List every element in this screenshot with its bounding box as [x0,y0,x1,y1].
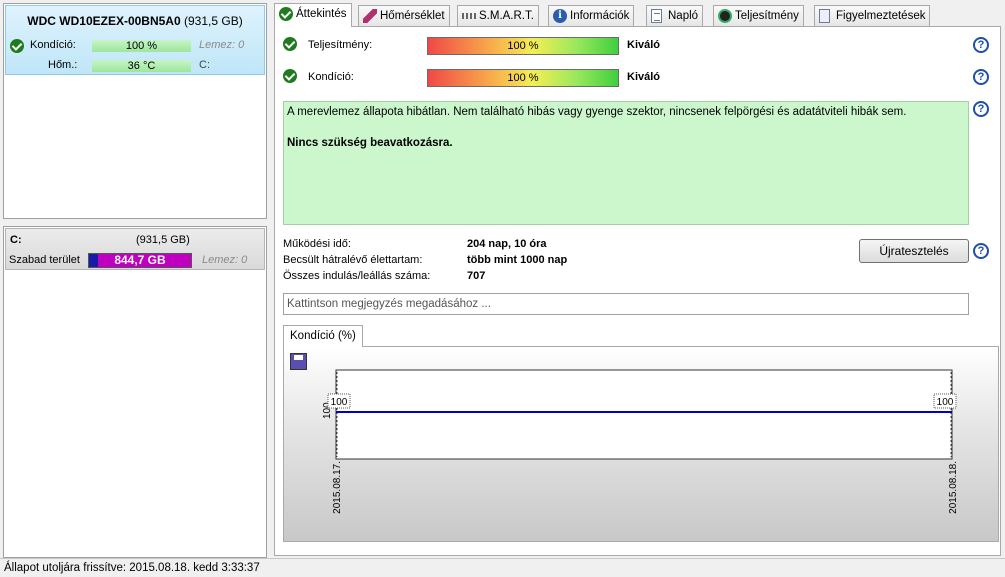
help-icon[interactable]: ? [973,69,989,85]
volume-free-value: 844,7 GB [114,253,166,267]
starts-value: 707 [467,270,486,282]
health-summary: A merevlemez állapota hibátlan. Nem talá… [283,101,969,225]
help-icon[interactable]: ? [973,243,989,259]
uptime-label: Működési idő: [283,238,351,250]
disk-drive-letter: C: [199,59,210,71]
tab-information[interactable]: i Információk [548,5,635,26]
chart-svg: 100100 1002015.08.17. 2015.08.18. [322,369,959,514]
plot-area [335,369,953,460]
x-tick-label: 2015.08.18. [948,461,959,514]
volume-size: (931,5 GB) [136,234,190,246]
disk-list: WDC WD10EZEX-00BN5A0 (931,5 GB) Kondíció… [3,3,267,219]
disk-temp-row: Hőm.: 36 °C C: [6,59,264,73]
tab-smart[interactable]: S.M.A.R.T. [457,5,539,26]
note-input[interactable] [283,293,969,315]
performance-row: Teljesítmény: 100 % Kiváló [275,35,675,55]
disk-size: (931,5 GB) [184,14,243,28]
lifetime-label: Becsült hátralévő élettartam: [283,254,423,266]
performance-label: Teljesítmény: [308,39,373,51]
volume-list: C: (931,5 GB) Szabad terület 844,7 GB Le… [3,226,267,558]
volume-disk-ref: Lemez: 0 [202,254,248,266]
tab-temperature[interactable]: Hőmérséklet [358,5,450,26]
smart-icon [462,13,476,19]
condition-row: Kondíció: 100 % Kiváló [275,67,675,87]
disk-condition-value: 100 % [92,40,191,52]
disk-temp-value: 36 °C [92,60,191,72]
help-icon[interactable]: ? [973,101,989,117]
tab-overview[interactable]: Áttekintés [274,3,352,27]
summary-action: Nincs szükség beavatkozásra. [287,137,453,149]
condition-chart: 100 100 100 2015.08.17. 2015.08.18. [283,346,999,542]
overview-panel: Teljesítmény: 100 % Kiváló ? Kondíció: 1… [274,26,1001,556]
check-icon [283,37,297,51]
tab-label: Napló [668,10,699,22]
tab-log[interactable]: Napló [646,5,704,26]
thermometer-icon [363,9,377,23]
tab-label: S.M.A.R.T. [479,10,534,22]
disk-card[interactable]: WDC WD10EZEX-00BN5A0 (931,5 GB) Kondíció… [5,5,265,75]
status-text: Állapot utoljára frissítve: 2015.08.18. … [4,562,260,574]
tab-label: Áttekintés [296,8,347,20]
volume-free-bar: 844,7 GB [88,253,192,268]
help-icon[interactable]: ? [973,37,989,53]
tab-condition-chart[interactable]: Kondíció (%) [283,325,363,347]
volume-free-label: Szabad terület [9,254,80,266]
volume-name: C: [10,234,22,246]
check-icon [10,39,24,53]
disk-condition-label: Kondíció: [30,39,76,51]
left-panel: WDC WD10EZEX-00BN5A0 (931,5 GB) Kondíció… [0,0,268,558]
volume-card[interactable]: C: (931,5 GB) Szabad terület 844,7 GB Le… [5,228,265,270]
disk-title: WDC WD10EZEX-00BN5A0 (931,5 GB) [6,14,264,28]
save-icon[interactable] [290,353,307,370]
lifetime-value: több mint 1000 nap [467,254,568,266]
disk-condition-row: Kondíció: 100 % Lemez: 0 [6,39,264,53]
retest-button[interactable]: Újratesztelés [859,239,969,263]
performance-bar: 100 % [427,37,619,55]
log-icon [651,9,662,23]
check-icon [283,69,297,83]
info-icon: i [553,9,567,23]
tab-label: Figyelmeztetések [836,10,926,22]
condition-bar: 100 % [427,69,619,87]
disk-ref: Lemez: 0 [199,39,245,51]
performance-rating: Kiváló [627,39,661,51]
gauge-icon [718,9,732,23]
condition-rating: Kiváló [627,71,661,83]
status-bar: Állapot utoljára frissítve: 2015.08.18. … [0,558,1005,577]
starts-label: Összes indulás/leállás száma: [283,270,431,282]
x-tick-label: 2015.08.17. [332,461,343,514]
summary-text: A merevlemez állapota hibátlan. Nem talá… [287,106,907,118]
tab-label: Információk [570,10,630,22]
disk-temp-label: Hőm.: [48,59,78,71]
check-icon [279,7,293,21]
condition-label: Kondíció: [308,71,354,83]
warning-doc-icon [819,9,830,23]
uptime-value: 204 nap, 10 óra [467,238,547,250]
data-label: 100 [331,397,348,408]
tab-performance[interactable]: Teljesítmény [713,5,804,26]
data-label: 100 [937,397,954,408]
tab-label: Hőmérséklet [380,10,445,22]
disk-model: WDC WD10EZEX-00BN5A0 [27,14,181,28]
tab-label: Teljesítmény [735,10,799,22]
tab-warnings[interactable]: Figyelmeztetések [814,5,931,26]
